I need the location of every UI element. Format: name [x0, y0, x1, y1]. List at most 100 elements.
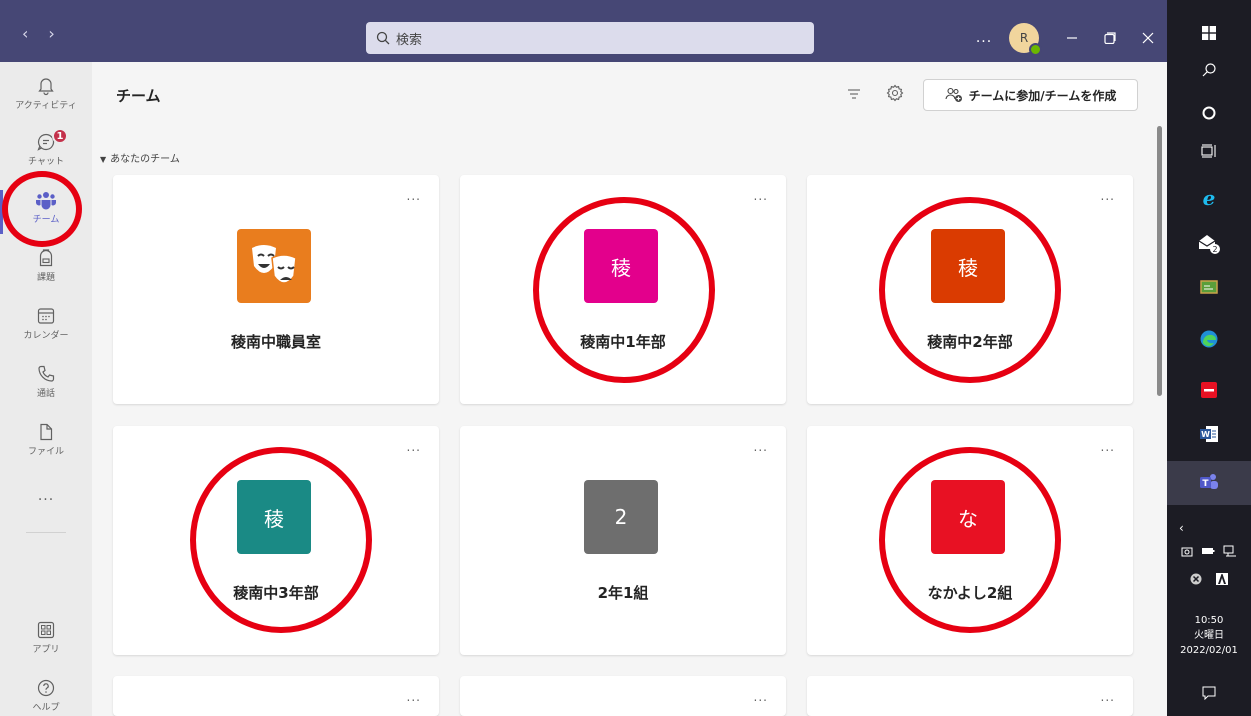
rail-item-assignments[interactable]: 課題: [0, 248, 92, 283]
task-view-button[interactable]: [1167, 144, 1251, 158]
team-name: なかよし2組: [927, 584, 1013, 602]
task-view-icon: [1201, 144, 1216, 158]
red-app-icon: [1201, 382, 1217, 398]
forward-button[interactable]: ›: [48, 26, 54, 42]
section-label: あなたのチーム: [110, 154, 180, 165]
avatar-initial: R: [1019, 31, 1029, 45]
team-more-options-button[interactable]: ...: [1101, 189, 1115, 203]
taskbar-search-button[interactable]: [1167, 62, 1251, 78]
page-title: チーム: [116, 87, 161, 105]
svg-text:T: T: [1202, 479, 1209, 489]
file-icon: [40, 423, 53, 441]
teams-icon: [36, 192, 56, 210]
team-card[interactable]: ...: [460, 676, 786, 716]
system-tray-row2: [1167, 573, 1251, 585]
rail-label: アプリ: [32, 645, 60, 655]
camera-icon[interactable]: [1181, 545, 1193, 557]
blackboard-icon: [1200, 280, 1218, 294]
team-avatar: 稜: [584, 229, 658, 303]
restore-button[interactable]: [1091, 22, 1129, 54]
clock-time: 10:50: [1194, 615, 1224, 626]
rail-item-files[interactable]: ファイル: [0, 422, 92, 457]
avatar[interactable]: R: [1009, 23, 1042, 56]
svg-text:e: e: [1203, 188, 1216, 208]
team-more-options-button[interactable]: ...: [754, 189, 768, 203]
cortana-button[interactable]: [1167, 106, 1251, 120]
rail-item-more[interactable]: ...: [0, 488, 92, 504]
taskbar-classroom-app[interactable]: [1167, 280, 1251, 296]
taskbar-edge[interactable]: [1167, 329, 1251, 349]
rail-item-activity[interactable]: アクティビティ: [0, 76, 92, 111]
team-name: 稜南中1年部: [580, 333, 666, 351]
backpack-icon: [39, 249, 53, 267]
manage-teams-button[interactable]: [886, 84, 904, 106]
team-card[interactable]: ... 稜 稜南中2年部: [807, 175, 1133, 404]
taskbar-teams[interactable]: T: [1167, 472, 1251, 492]
rail-item-calendar[interactable]: カレンダー: [0, 306, 92, 341]
team-card[interactable]: ... 稜南中職員室: [113, 175, 439, 404]
rail-label: アクティビティ: [15, 101, 77, 111]
team-more-options-button[interactable]: ...: [754, 690, 768, 704]
presence-available-icon: [1029, 43, 1042, 56]
rail-item-calls[interactable]: 通話: [0, 364, 92, 399]
taskbar-mail[interactable]: 2: [1167, 233, 1251, 255]
title-bar: ‹ › 検索 ... R: [0, 0, 1167, 62]
rail-label: ファイル: [27, 447, 64, 457]
team-more-options-button[interactable]: ...: [754, 440, 768, 454]
rail-item-teams[interactable]: チーム: [0, 190, 92, 234]
rail-label: ヘルプ: [32, 703, 60, 713]
start-button[interactable]: [1167, 26, 1251, 40]
team-avatar: 稜: [237, 480, 311, 554]
team-name: 稜南中職員室: [230, 333, 321, 351]
team-card[interactable]: ... な なかよし2組: [807, 426, 1133, 655]
team-card[interactable]: ... 稜 稜南中3年部: [113, 426, 439, 655]
team-avatar: な: [931, 480, 1005, 554]
rail-item-help[interactable]: ヘルプ: [0, 678, 92, 713]
taskbar-collapse-button[interactable]: ‹: [1167, 521, 1251, 535]
rail-label: 通話: [36, 389, 55, 399]
nav-arrows: ‹ ›: [22, 26, 55, 42]
close-button[interactable]: [1129, 22, 1167, 54]
join-or-create-team-button[interactable]: チームに参加/チームを作成: [923, 79, 1138, 111]
team-more-options-button[interactable]: ...: [407, 440, 421, 454]
team-card[interactable]: ... 稜 稜南中1年部: [460, 175, 786, 404]
edge-icon: [1200, 330, 1218, 348]
team-more-options-button[interactable]: ...: [1101, 690, 1115, 704]
taskbar-red-app[interactable]: [1167, 381, 1251, 399]
team-more-options-button[interactable]: ...: [407, 189, 421, 203]
help-icon: [37, 679, 55, 697]
system-tray: [1167, 545, 1251, 557]
taskbar-clock[interactable]: 10:50 火曜日 2022/02/01: [1167, 613, 1251, 658]
taskbar-internet-explorer[interactable]: e: [1167, 188, 1251, 208]
scrollbar[interactable]: [1157, 126, 1162, 396]
search-input[interactable]: 検索: [366, 22, 814, 54]
team-card[interactable]: ... 2 2年1組: [460, 426, 786, 655]
minimize-button[interactable]: [1053, 22, 1091, 54]
adobe-icon[interactable]: [1216, 573, 1228, 585]
phone-icon: [38, 365, 55, 382]
error-icon[interactable]: [1190, 573, 1202, 585]
team-card[interactable]: ...: [113, 676, 439, 716]
chat-unread-badge: 1: [52, 128, 68, 144]
team-more-options-button[interactable]: ...: [407, 690, 421, 704]
battery-icon[interactable]: [1201, 546, 1215, 556]
team-more-options-button[interactable]: ...: [1101, 440, 1115, 454]
action-center-button[interactable]: [1167, 686, 1251, 700]
taskbar-word[interactable]: W: [1167, 425, 1251, 443]
network-icon[interactable]: [1223, 545, 1237, 557]
notification-icon: [1202, 686, 1216, 700]
filter-button[interactable]: [847, 86, 861, 105]
caret-down-icon: ▼: [100, 155, 107, 164]
internet-explorer-icon: e: [1203, 188, 1216, 208]
bell-icon: [38, 78, 54, 96]
back-button[interactable]: ‹: [22, 26, 28, 42]
mail-badge-count: 2: [1212, 245, 1217, 254]
team-card[interactable]: ...: [807, 676, 1133, 716]
chevron-left-icon: ‹: [1179, 521, 1184, 535]
restore-icon: [1104, 32, 1116, 44]
more-options-button[interactable]: ...: [969, 30, 999, 46]
theater-masks-icon: [252, 245, 297, 284]
rail-item-apps[interactable]: アプリ: [0, 620, 92, 655]
rail-item-chat[interactable]: 1 チャット: [0, 128, 92, 167]
your-teams-section-toggle[interactable]: ▼ あなたのチーム: [100, 150, 180, 165]
